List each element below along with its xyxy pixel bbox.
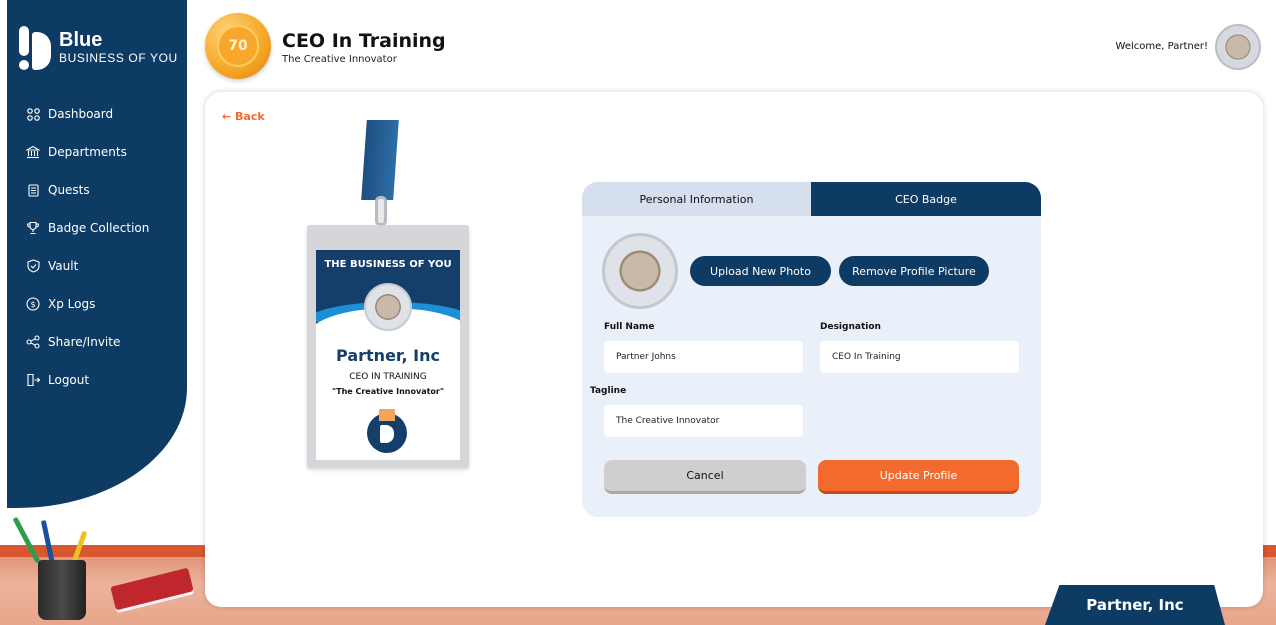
sidebar-item-badge-collection[interactable]: Badge Collection [26, 218, 149, 238]
sidebar-item-label: Vault [48, 259, 79, 273]
trophy-icon [26, 221, 40, 235]
scroll-icon [26, 183, 40, 197]
brand-title: Blue [59, 29, 103, 51]
sidebar-item-label: Share/Invite [48, 335, 121, 349]
sidebar-item-xp-logs[interactable]: $ Xp Logs [26, 294, 149, 314]
brand-logo: Blue BUSINESS OF YOU [19, 26, 178, 70]
full-name-label: Full Name [604, 322, 655, 332]
dollar-coin-icon: $ [26, 297, 40, 311]
sidebar-item-vault[interactable]: Vault [26, 256, 149, 276]
brand-subtitle: BUSINESS OF YOU [59, 51, 178, 65]
logo-icon [19, 26, 51, 70]
sidebar-item-share-invite[interactable]: Share/Invite [26, 332, 149, 352]
tagline-field[interactable] [604, 405, 803, 437]
welcome-text: Welcome, Partner! [1115, 41, 1208, 52]
level-coin: 70 [205, 13, 271, 79]
lanyard-strap [361, 120, 399, 200]
sidebar-item-logout[interactable]: Logout [26, 370, 149, 390]
tab-ceo-badge[interactable]: CEO Badge [811, 182, 1041, 216]
tagline-label: Tagline [590, 386, 627, 396]
cancel-button[interactable]: Cancel [604, 460, 806, 494]
sidebar: Blue BUSINESS OF YOU Dashboard Departmen… [7, 0, 187, 508]
sidebar-item-label: Dashboard [48, 107, 114, 121]
logout-icon [26, 373, 40, 387]
id-badge: THE BUSINESS OF YOU Partner, Inc CEO IN … [307, 225, 469, 468]
badge-name: Partner, Inc [336, 346, 440, 365]
back-link[interactable]: ← Back [222, 110, 265, 123]
tab-personal-information[interactable]: Personal Information [582, 182, 811, 216]
shield-icon [26, 259, 40, 273]
badge-role: CEO IN TRAINING [349, 372, 427, 382]
lanyard-clip [375, 196, 387, 226]
designation-label: Designation [820, 322, 881, 332]
sidebar-item-label: Xp Logs [48, 297, 96, 311]
remove-photo-button[interactable]: Remove Profile Picture [839, 256, 989, 286]
sidebar-item-dashboard[interactable]: Dashboard [26, 104, 149, 124]
sidebar-item-label: Quests [48, 183, 90, 197]
share-icon [26, 335, 40, 349]
level-value: 70 [217, 25, 259, 67]
profile-panel: Personal Information CEO Badge Upload Ne… [582, 182, 1041, 517]
desk-nameplate: Partner, Inc [1045, 585, 1225, 625]
sidebar-item-label: Departments [48, 145, 127, 159]
pen-cup-icon [38, 560, 86, 620]
update-profile-button[interactable]: Update Profile [818, 460, 1019, 494]
profile-photo [602, 233, 678, 309]
sidebar-item-quests[interactable]: Quests [26, 180, 149, 200]
upload-photo-button[interactable]: Upload New Photo [690, 256, 831, 286]
page-subtitle: The Creative Innovator [282, 54, 397, 65]
sidebar-item-label: Logout [48, 373, 90, 387]
avatar[interactable] [1215, 24, 1261, 70]
sidebar-item-label: Badge Collection [48, 221, 150, 235]
sidebar-nav: Dashboard Departments Quests Badge Colle… [26, 104, 149, 408]
designation-field[interactable] [820, 341, 1019, 373]
badge-emblem-icon [367, 409, 407, 453]
svg-text:$: $ [30, 300, 35, 309]
grid-icon [26, 107, 40, 121]
full-name-field[interactable] [604, 341, 803, 373]
arrow-left-icon: ← [222, 110, 236, 123]
badge-tagline: "The Creative Innovator" [331, 387, 445, 396]
badge-heading: THE BUSINESS OF YOU [324, 259, 452, 270]
page-title: CEO In Training [282, 30, 446, 52]
bank-icon [26, 145, 40, 159]
badge-photo [364, 283, 412, 331]
sidebar-item-departments[interactable]: Departments [26, 142, 149, 162]
